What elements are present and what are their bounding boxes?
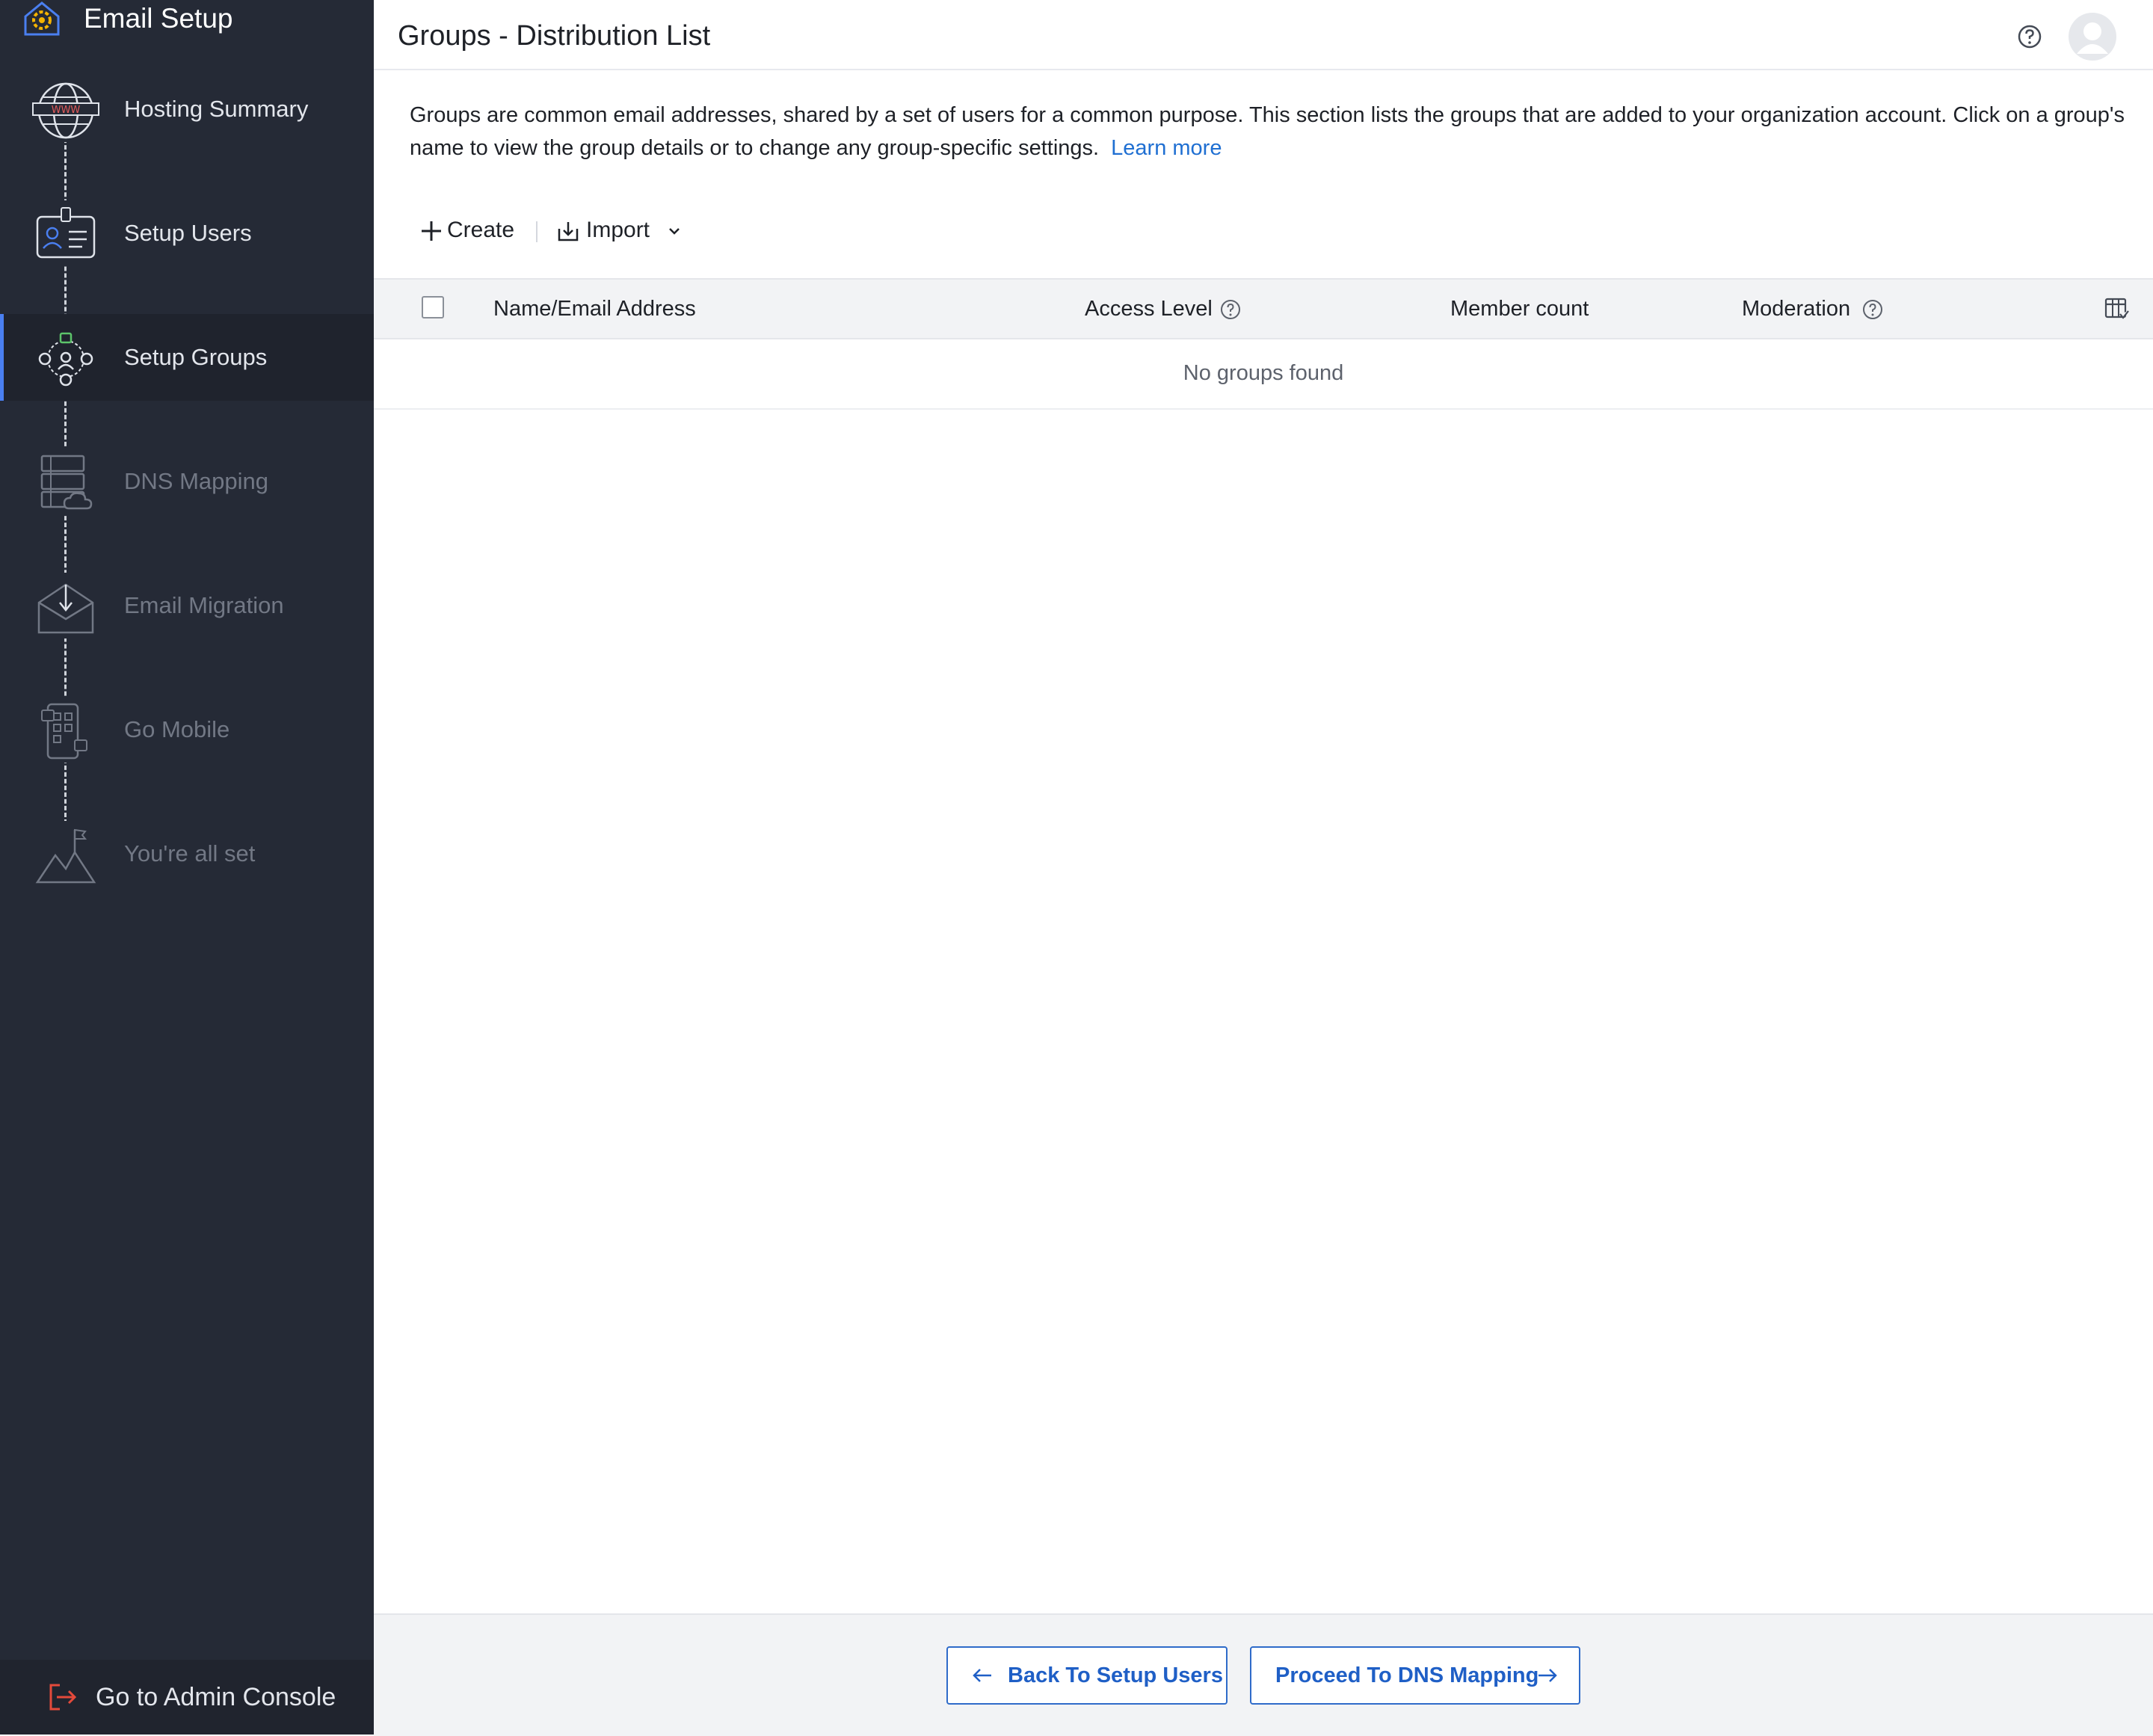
arrow-left-icon [973,1669,991,1682]
import-label: Import [586,218,650,242]
chevron-down-icon [669,228,680,235]
back-label: Back To Setup Users [1008,1663,1223,1687]
globe-www-icon: WWW [30,76,102,142]
mobile-apps-icon [30,697,102,763]
toolbar-divider [536,221,538,242]
table-empty-state: No groups found [374,338,2153,410]
main-content: Groups - Distribution List Groups are co… [374,0,2153,1736]
import-icon [558,222,579,241]
step-label: Setup Users [124,220,252,246]
logout-icon [49,1684,77,1711]
app-title: Email Setup [84,3,233,34]
step-setup-groups[interactable]: Setup Groups [0,314,374,401]
group-network-icon [30,324,102,390]
email-setup-logo-icon [24,1,60,36]
empty-state-text: No groups found [1183,361,1344,385]
admin-console-label: Go to Admin Console [96,1683,336,1711]
envelope-download-icon [30,573,102,638]
column-moderation-wrap[interactable]: Moderation [1742,280,1883,338]
create-button[interactable]: Create [420,209,514,251]
help-icon[interactable] [2017,24,2042,49]
step-label: Go Mobile [124,716,230,742]
learn-more-link[interactable]: Learn more [1111,136,1222,160]
page-header: Groups - Distribution List [374,0,2153,70]
step-all-set[interactable]: You're all set [0,810,374,897]
help-icon[interactable] [1862,299,1883,320]
import-button[interactable]: Import [556,209,683,251]
page-title: Groups - Distribution List [398,20,711,52]
step-label: Setup Groups [124,344,268,370]
create-label: Create [447,218,515,242]
proceed-label: Proceed To DNS Mapping [1275,1663,1539,1687]
mountain-flag-icon [30,821,102,887]
step-go-mobile[interactable]: Go Mobile [0,686,374,773]
server-cloud-icon [30,449,102,514]
page-description: Groups are common email addresses, share… [410,99,2129,164]
groups-table-header: Name/Email Address Access Level Member c… [374,278,2153,339]
go-to-admin-console[interactable]: Go to Admin Console [0,1660,374,1735]
column-settings-icon[interactable] [2104,296,2129,321]
proceed-to-dns-mapping-button[interactable]: Proceed To DNS Mapping [1250,1646,1580,1705]
step-label: DNS Mapping [124,468,268,494]
step-setup-users[interactable]: Setup Users [0,190,374,277]
back-to-setup-users-button[interactable]: Back To Setup Users [946,1646,1228,1705]
app-brand: Email Setup [0,0,374,36]
description-text: Groups are common email addresses, share… [410,103,2125,160]
step-hosting-summary[interactable]: WWW Hosting Summary [0,66,374,153]
groups-toolbar: Create Import [410,209,858,251]
arrow-right-icon [1538,1669,1557,1682]
help-icon[interactable] [1220,299,1241,320]
column-member-count[interactable]: Member count [1450,280,1589,338]
svg-text:WWW: WWW [52,105,81,116]
step-label: You're all set [124,840,256,867]
step-dns-mapping[interactable]: DNS Mapping [0,438,374,525]
column-moderation: Moderation [1742,297,1851,321]
wizard-footer: Back To Setup Users Proceed To DNS Mappi… [374,1613,2153,1736]
column-access-level-wrap[interactable]: Access Level [1085,280,1241,338]
column-access-level: Access Level [1085,297,1213,321]
user-id-card-icon [30,200,102,266]
plus-icon [422,221,441,241]
step-label: Email Migration [124,592,284,618]
setup-sidebar: Email Setup WWW Hosting Summary Setup Us… [0,0,374,1735]
step-label: Hosting Summary [124,96,309,122]
column-name-email[interactable]: Name/Email Address [493,280,696,338]
step-email-migration[interactable]: Email Migration [0,562,374,649]
select-all-checkbox[interactable] [422,296,444,318]
user-avatar[interactable] [2068,12,2117,61]
